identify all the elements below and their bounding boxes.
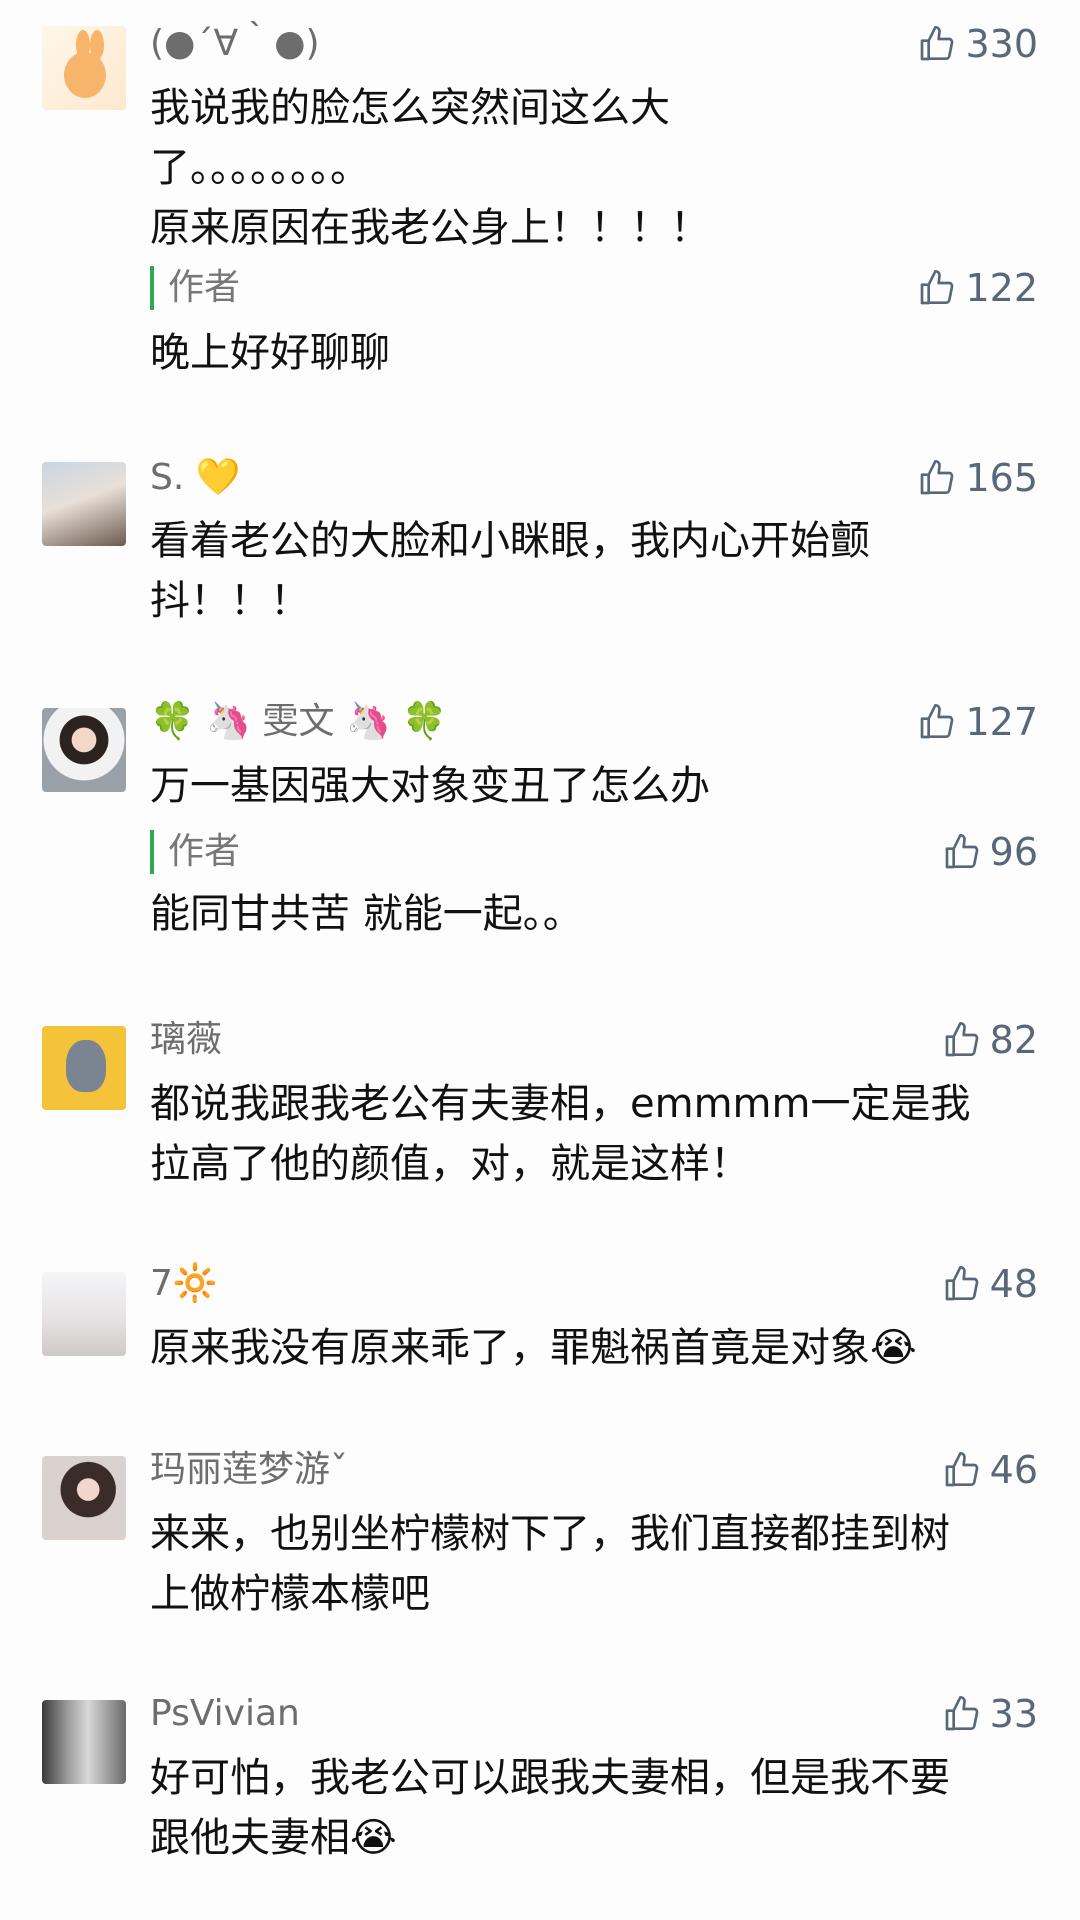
comment-text: 好可怕，我老公可以跟我夫妻相，但是我不要 跟他夫妻相😭 xyxy=(150,1755,950,1861)
thumbs-up-icon xyxy=(945,834,979,869)
comment-username[interactable]: 7🔆 xyxy=(150,1262,218,1306)
like-count: 165 xyxy=(965,456,1038,500)
like-button[interactable]: 33 xyxy=(942,1692,1038,1736)
comment-username[interactable]: (●´∀｀●) xyxy=(150,22,320,66)
like-count: 127 xyxy=(965,700,1038,744)
thumbs-up-icon xyxy=(921,704,954,739)
author-like-button[interactable]: 122 xyxy=(917,266,1038,310)
author-reply-text: 晚上好好聊聊 xyxy=(150,330,390,376)
photo-avatar[interactable] xyxy=(42,708,126,792)
like-count: 46 xyxy=(989,1448,1038,1492)
like-button[interactable]: 46 xyxy=(942,1448,1038,1492)
comment-list: (●´∀｀●) 330 我说我的脸怎么突然间这么大 了。。。。。。。。 原来原因… xyxy=(0,0,1080,1920)
totoro-avatar[interactable] xyxy=(42,1026,126,1110)
comment-text: 来来，也别坐柠檬树下了，我们直接都挂到树 上做柠檬本檬吧 xyxy=(150,1511,950,1617)
comment-username[interactable]: 璃薇 xyxy=(150,1018,222,1062)
comment-text: 看着老公的大脸和小眯眼，我内心开始颤 抖！！！ xyxy=(150,518,870,624)
comment-username[interactable]: PsVivian xyxy=(150,1692,300,1736)
author-like-button[interactable]: 96 xyxy=(942,830,1038,874)
photo-avatar[interactable] xyxy=(42,462,126,546)
thumbs-up-icon xyxy=(945,1266,979,1301)
comment-text: 我说我的脸怎么突然间这么大 了。。。。。。。。 原来原因在我老公身上！！！！ xyxy=(150,85,710,251)
comment-username[interactable]: 玛丽莲梦游ˇ xyxy=(150,1448,348,1492)
comment-username[interactable]: 🍀 🦄 雯文 🦄 🍀 xyxy=(150,700,447,744)
like-count: 122 xyxy=(965,266,1038,310)
photo-avatar[interactable] xyxy=(42,1456,126,1540)
author-reply-text: 能同甘共苦 就能一起。。 xyxy=(150,891,583,937)
like-button[interactable]: 165 xyxy=(917,456,1038,500)
bunny-avatar[interactable] xyxy=(42,26,126,110)
like-count: 82 xyxy=(989,1018,1038,1062)
like-count: 96 xyxy=(989,830,1038,874)
like-button[interactable]: 330 xyxy=(917,22,1038,66)
like-button[interactable]: 82 xyxy=(942,1018,1038,1062)
thumbs-up-icon xyxy=(921,270,954,305)
like-count: 48 xyxy=(989,1262,1038,1306)
comment-text: 万一基因强大对象变丑了怎么办 xyxy=(150,763,710,809)
thumbs-up-icon xyxy=(945,1696,979,1731)
comment-username[interactable]: S. 💛 xyxy=(150,456,241,500)
photo-avatar[interactable] xyxy=(42,1700,126,1784)
comment-text: 原来我没有原来乖了，罪魁祸首竟是对象😭 xyxy=(150,1325,917,1371)
thumbs-up-icon xyxy=(945,1452,979,1487)
author-tag: 作者 xyxy=(150,830,240,874)
like-count: 330 xyxy=(965,22,1038,66)
comment-text: 都说我跟我老公有夫妻相，emmmm一定是我 拉高了他的颜值，对，就是这样！ xyxy=(150,1081,971,1187)
photo-avatar[interactable] xyxy=(42,1272,126,1356)
like-button[interactable]: 127 xyxy=(917,700,1038,744)
thumbs-up-icon xyxy=(921,26,954,61)
like-button[interactable]: 48 xyxy=(942,1262,1038,1306)
like-count: 33 xyxy=(989,1692,1038,1736)
thumbs-up-icon xyxy=(921,460,954,495)
thumbs-up-icon xyxy=(945,1022,979,1057)
author-tag: 作者 xyxy=(150,266,240,310)
